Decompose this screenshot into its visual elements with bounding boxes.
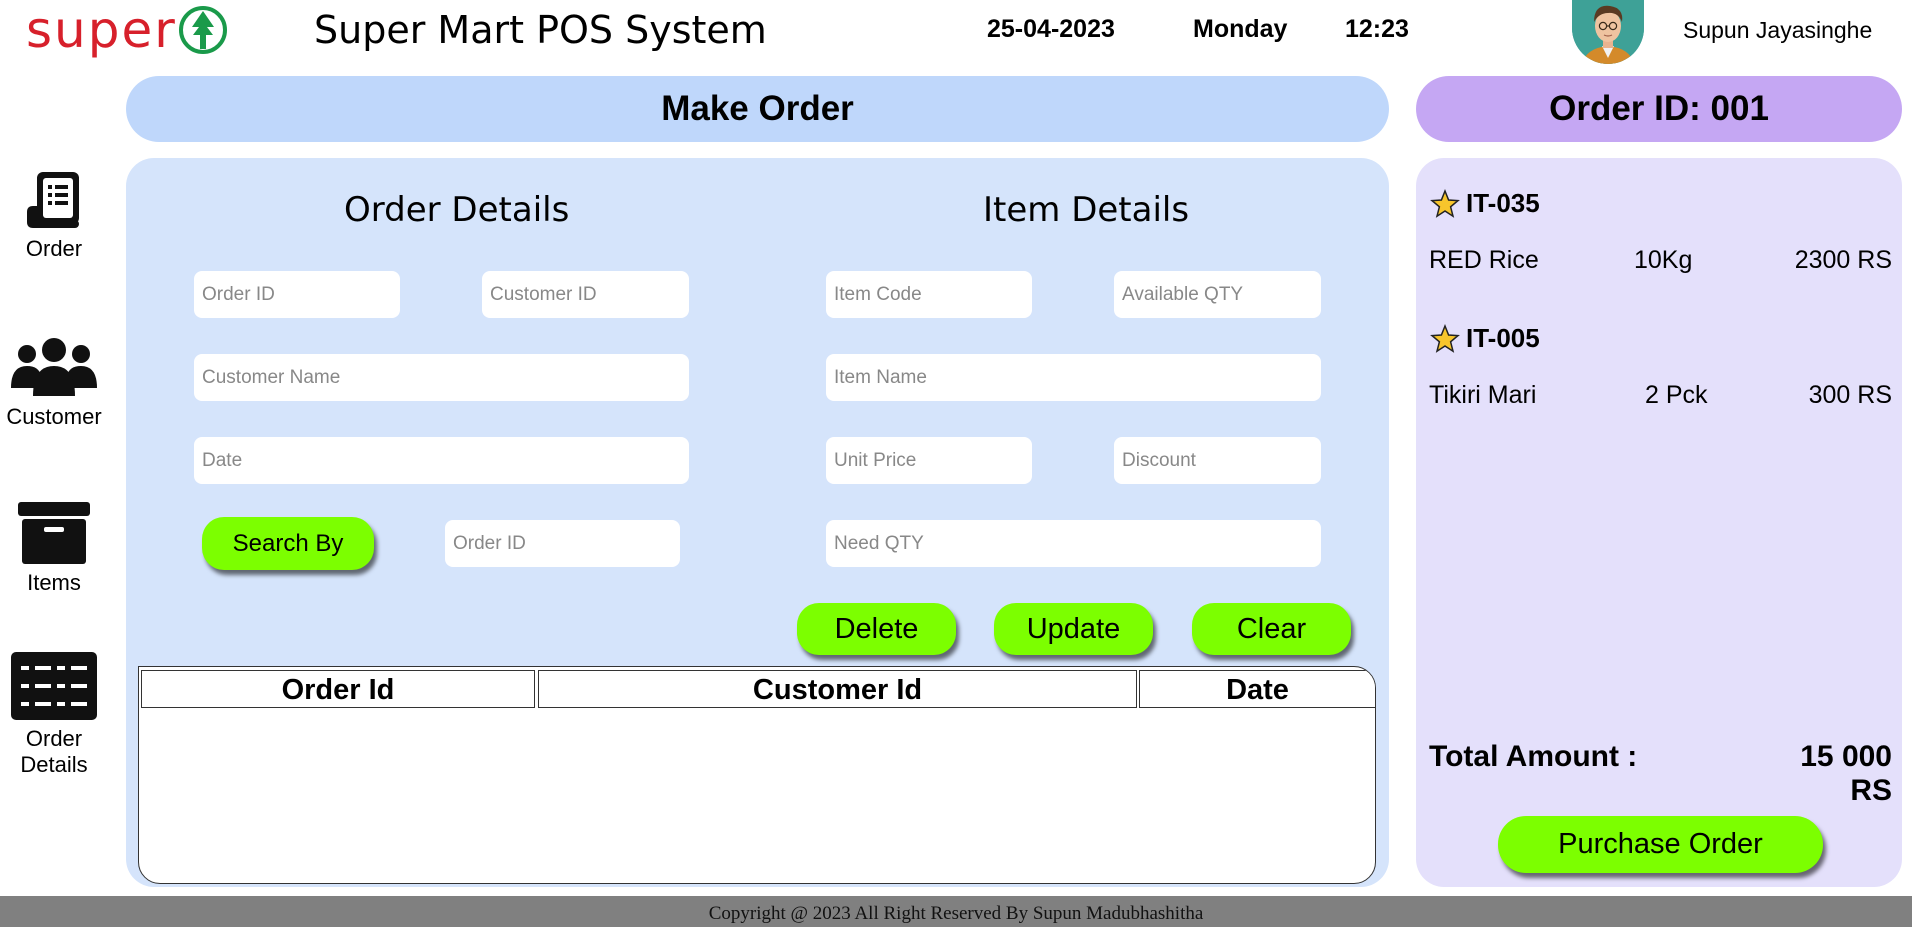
current-date: 25-04-2023 <box>987 15 1115 43</box>
unit-price-field[interactable] <box>826 437 1032 484</box>
app-header: super Super Mart POS System 25-04-2023 M… <box>0 0 1912 64</box>
order-item-name: RED Rice <box>1429 246 1539 274</box>
order-item-code: IT-005 <box>1430 323 1540 354</box>
date-field[interactable] <box>194 437 689 484</box>
receipt-icon <box>27 172 79 228</box>
order-details-title: Order Details <box>344 190 570 230</box>
order-item-name: Tikiri Mari <box>1429 381 1537 409</box>
purchase-order-button[interactable]: Purchase Order <box>1498 816 1823 873</box>
star-icon <box>1430 188 1460 218</box>
customer-id-field[interactable] <box>482 271 689 318</box>
customer-name-field[interactable] <box>194 354 689 401</box>
current-day: Monday <box>1193 15 1288 43</box>
sidebar-item-order[interactable]: Order <box>0 170 108 262</box>
user-name: Supun Jayasinghe <box>1683 17 1873 43</box>
item-details-title: Item Details <box>983 190 1190 230</box>
brand-logo: super <box>26 2 227 58</box>
column-header-customer-id[interactable]: Customer Id <box>538 670 1137 708</box>
item-code-field[interactable] <box>826 271 1032 318</box>
total-amount-value: 15 000 RS <box>1800 740 1892 807</box>
delete-button[interactable]: Delete <box>797 603 956 655</box>
sidebar-label-order: Order <box>25 236 83 261</box>
item-code-text: IT-035 <box>1466 188 1540 218</box>
sidebar-item-customer[interactable]: Customer <box>0 336 108 430</box>
user-avatar[interactable] <box>1572 0 1644 64</box>
box-icon <box>18 502 90 564</box>
sidebar-label-items: Items <box>27 570 81 595</box>
column-header-date[interactable]: Date <box>1139 670 1375 708</box>
app-title: Super Mart POS System <box>314 8 767 52</box>
order-item-price: 2300 RS <box>1794 246 1892 274</box>
clear-button[interactable]: Clear <box>1192 603 1351 655</box>
sidebar-item-items[interactable]: Items <box>0 502 108 596</box>
order-item-price: 300 RS <box>1808 381 1892 409</box>
need-qty-field[interactable] <box>826 520 1321 567</box>
users-icon <box>11 338 97 396</box>
update-button[interactable]: Update <box>994 603 1153 655</box>
total-amount-label: Total Amount : <box>1429 740 1638 773</box>
logo-tree-icon <box>178 6 227 54</box>
discount-field[interactable] <box>1114 437 1321 484</box>
avatar-portrait-icon <box>1572 0 1644 64</box>
sidebar-label-customer: Customer <box>6 404 102 429</box>
make-order-banner: Make Order <box>126 76 1389 142</box>
search-by-button[interactable]: Search By <box>202 517 374 570</box>
order-item-code: IT-035 <box>1430 188 1540 219</box>
sidebar-label-order-details: Order Details <box>20 726 88 777</box>
star-icon <box>1430 323 1460 353</box>
item-code-text: IT-005 <box>1466 323 1540 353</box>
search-order-id-field[interactable] <box>445 520 680 567</box>
available-qty-field[interactable] <box>1114 271 1321 318</box>
order-item-qty: 10Kg <box>1634 246 1693 274</box>
logo-text: super <box>26 1 177 59</box>
sidebar-item-order-details[interactable]: Order Details <box>0 652 108 778</box>
grid-list-icon <box>11 652 97 720</box>
order-item-qty: 2 Pck <box>1645 381 1708 409</box>
order-id-banner: Order ID: 001 <box>1416 76 1902 142</box>
footer-copyright: Copyright @ 2023 All Right Reserved By S… <box>0 896 1912 927</box>
order-id-field[interactable] <box>194 271 400 318</box>
orders-table[interactable]: Order Id Customer Id Date <box>138 666 1376 884</box>
item-name-field[interactable] <box>826 354 1321 401</box>
column-header-order-id[interactable]: Order Id <box>141 670 535 708</box>
current-time: 12:23 <box>1345 15 1409 43</box>
